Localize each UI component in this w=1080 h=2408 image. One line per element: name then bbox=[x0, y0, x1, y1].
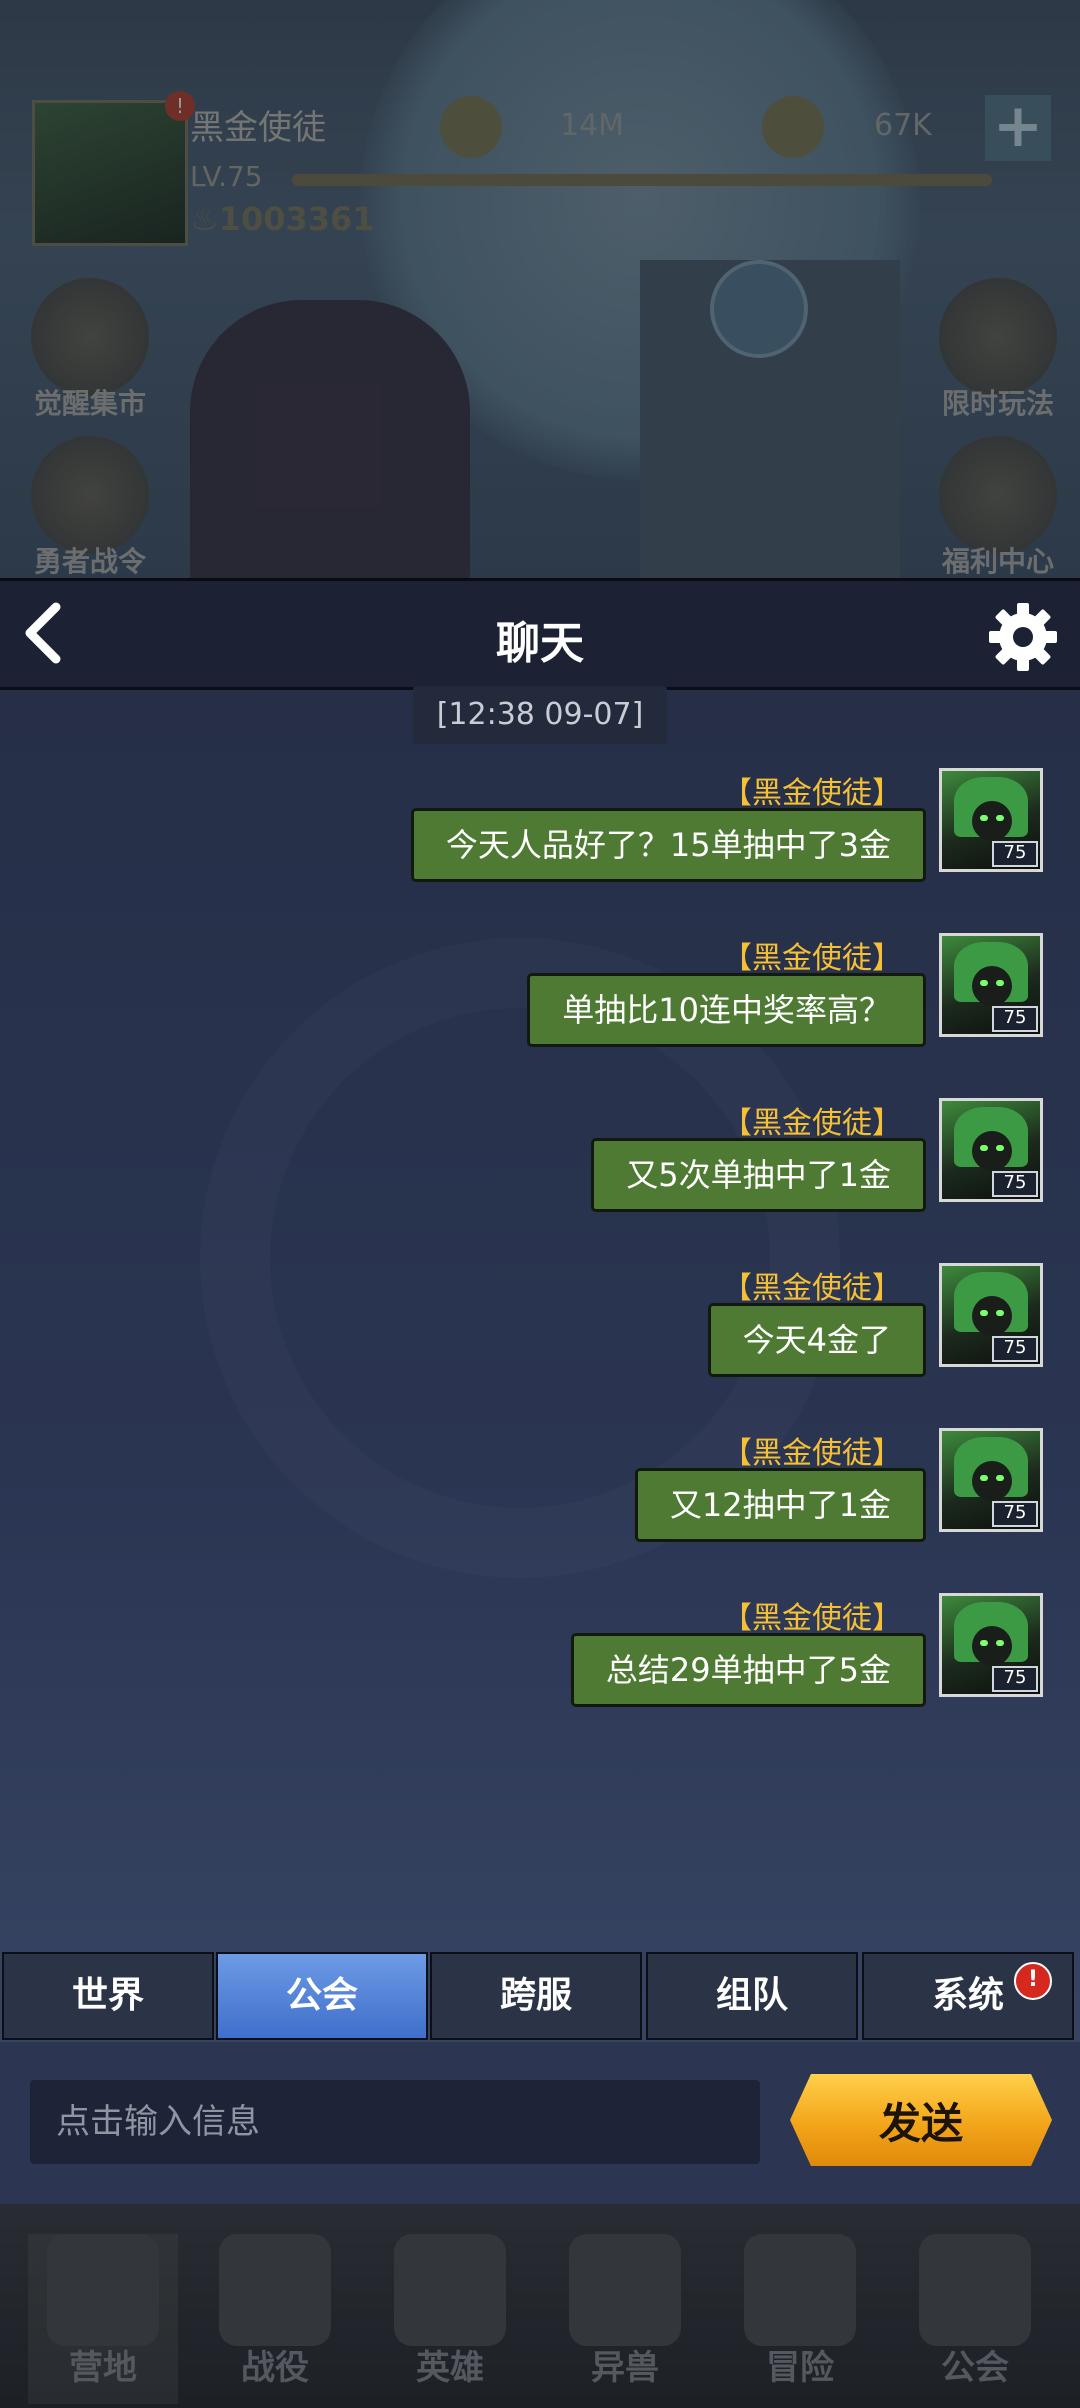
avatar-level-badge: 75 bbox=[992, 841, 1038, 867]
sender-avatar[interactable]: 75 bbox=[939, 1263, 1043, 1367]
settings-button[interactable] bbox=[987, 601, 1059, 673]
message-bubble[interactable]: 又12抽中了1金 bbox=[634, 1468, 926, 1542]
alert-icon: ! bbox=[1014, 1962, 1052, 2000]
send-button[interactable]: 发送 bbox=[790, 2074, 1052, 2166]
message-sender[interactable]: 【黑金使徒】 bbox=[722, 768, 902, 812]
avatar-level-badge: 75 bbox=[992, 1171, 1038, 1197]
message-sender[interactable]: 【黑金使徒】 bbox=[722, 933, 902, 977]
chat-message: 【黑金使徒】 又12抽中了1金 75 bbox=[0, 1428, 1080, 1568]
bottom-nav: 营地 战役 英雄 异兽 冒险 公会 bbox=[0, 2204, 1080, 2408]
nav-dim-overlay bbox=[0, 2204, 1080, 2408]
avatar-level-badge: 75 bbox=[992, 1006, 1038, 1032]
message-bubble[interactable]: 今天4金了 bbox=[707, 1303, 926, 1377]
message-input[interactable] bbox=[30, 2080, 760, 2164]
channel-tabs: 世界 公会 跨服 组队 系统 ! bbox=[0, 1952, 1080, 2042]
message-sender[interactable]: 【黑金使徒】 bbox=[722, 1428, 902, 1472]
chat-timestamp: [12:38 09-07] bbox=[413, 686, 667, 744]
chat-message: 【黑金使徒】 今天4金了 75 bbox=[0, 1263, 1080, 1403]
sender-avatar[interactable]: 75 bbox=[939, 768, 1043, 872]
tab-system[interactable]: 系统 ! bbox=[862, 1952, 1074, 2040]
sender-avatar[interactable]: 75 bbox=[939, 1593, 1043, 1697]
sender-avatar[interactable]: 75 bbox=[939, 933, 1043, 1037]
tab-cross-server[interactable]: 跨服 bbox=[430, 1952, 642, 2040]
sender-avatar[interactable]: 75 bbox=[939, 1098, 1043, 1202]
tab-system-label: 系统 bbox=[931, 1975, 1004, 2016]
message-bubble[interactable]: 总结29单抽中了5金 bbox=[570, 1633, 926, 1707]
message-sender[interactable]: 【黑金使徒】 bbox=[722, 1593, 902, 1637]
tab-guild[interactable]: 公会 bbox=[216, 1952, 428, 2040]
scene-dim-overlay bbox=[0, 0, 1080, 580]
tab-team[interactable]: 组队 bbox=[646, 1952, 858, 2040]
message-sender[interactable]: 【黑金使徒】 bbox=[722, 1098, 902, 1142]
gear-icon bbox=[989, 603, 1057, 671]
tab-world[interactable]: 世界 bbox=[2, 1952, 214, 2040]
message-bubble[interactable]: 今天人品好了？15单抽中了3金 bbox=[410, 808, 926, 882]
sender-avatar[interactable]: 75 bbox=[939, 1428, 1043, 1532]
chat-message: 【黑金使徒】 总结29单抽中了5金 75 bbox=[0, 1593, 1080, 1733]
chat-message: 【黑金使徒】 今天人品好了？15单抽中了3金 75 bbox=[0, 768, 1080, 908]
message-bubble[interactable]: 单抽比10连中奖率高？ bbox=[527, 973, 926, 1047]
chat-message: 【黑金使徒】 又5次单抽中了1金 75 bbox=[0, 1098, 1080, 1238]
avatar-level-badge: 75 bbox=[992, 1501, 1038, 1527]
chat-header: 聊天 bbox=[0, 578, 1080, 690]
avatar-level-badge: 75 bbox=[992, 1666, 1038, 1692]
avatar-level-badge: 75 bbox=[992, 1336, 1038, 1362]
chat-input-bar: 发送 bbox=[0, 2042, 1080, 2204]
chat-title: 聊天 bbox=[496, 618, 584, 669]
message-sender[interactable]: 【黑金使徒】 bbox=[722, 1263, 902, 1307]
message-bubble[interactable]: 又5次单抽中了1金 bbox=[591, 1138, 926, 1212]
game-scene-background: ! 黑金使徒 LV.75 ♨1003361 14M 67K + 觉醒集市 勇者战… bbox=[0, 0, 1080, 580]
chat-message: 【黑金使徒】 单抽比10连中奖率高？ 75 bbox=[0, 933, 1080, 1073]
